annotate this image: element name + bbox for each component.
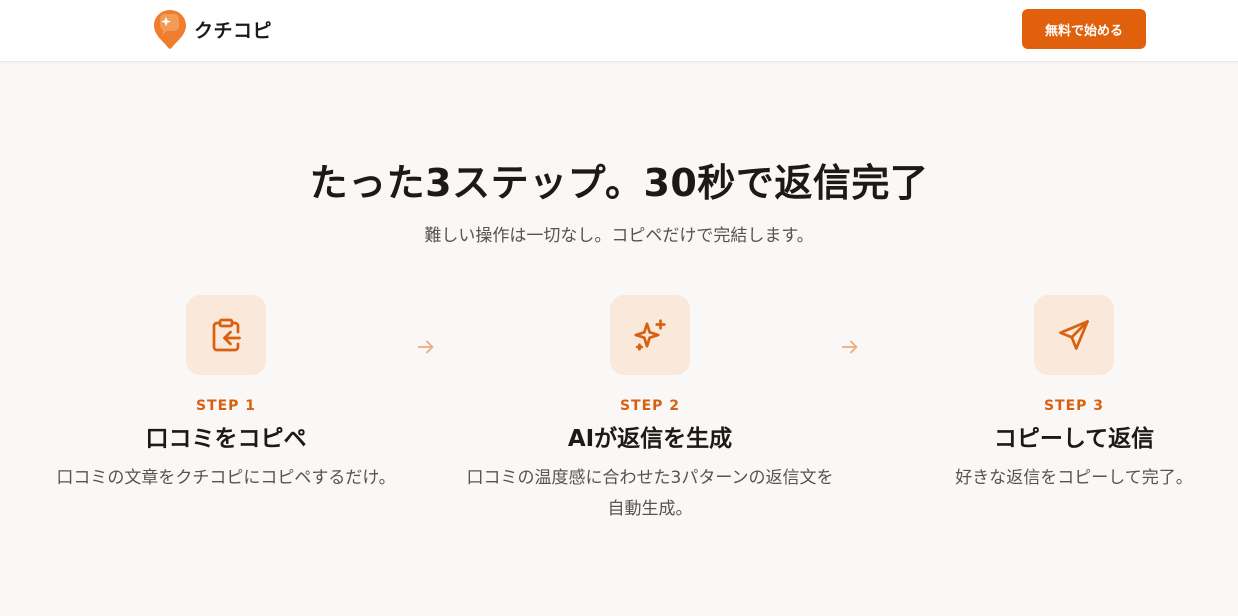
step-number: STEP 1 — [195, 398, 257, 414]
step-title: AIが返信を生成 — [567, 426, 733, 452]
location-pin-logo-icon — [154, 10, 186, 49]
brand-logo-link[interactable]: クチコピ — [152, 8, 272, 50]
step-card-2: STEP 2 AIが返信を生成 口コミの温度感に合わせた3パターンの返信文を 自… — [460, 295, 840, 525]
step-number: STEP 2 — [619, 398, 681, 414]
sparkles-icon — [634, 319, 666, 351]
step-title: コピーして返信 — [993, 426, 1155, 452]
clipboard-paste-icon — [212, 318, 241, 352]
step-description: 好きな返信をコピーして完了。 — [884, 463, 1238, 494]
brand-name: クチコピ — [194, 19, 273, 42]
section-subtitle: 難しい操作は一切なし。コピペだけで完結します。 — [424, 226, 814, 246]
step-icon-box — [186, 295, 266, 375]
step-description-line: 好きな返信をコピーして完了。 — [955, 468, 1193, 488]
arrow-right-icon — [417, 340, 434, 354]
step-description-line: 口コミの文章をクチコピにコピペするだけ。 — [56, 468, 396, 488]
step-card-3: STEP 3 コピーして返信 好きな返信をコピーして完了。 — [884, 295, 1238, 494]
step-title: 口コミをコピペ — [145, 426, 307, 452]
step-description-line: 自動生成。 — [607, 499, 693, 519]
send-icon — [1059, 320, 1089, 350]
step-description: 口コミの文章をクチコピにコピペするだけ。 — [36, 463, 416, 494]
section-title: たった3ステップ。30秒で返信完了 — [309, 161, 929, 205]
step-description-line: 口コミの温度感に合わせた3パターンの返信文を — [466, 468, 834, 488]
step-card-1: STEP 1 口コミをコピペ 口コミの文章をクチコピにコピペするだけ。 — [36, 295, 416, 494]
step-number: STEP 3 — [1043, 398, 1105, 414]
step-icon-box — [610, 295, 690, 375]
arrow-right-icon — [841, 340, 858, 354]
site-header: クチコピ 無料で始める — [0, 0, 1238, 62]
start-free-button[interactable]: 無料で始める — [1022, 9, 1146, 49]
step-description: 口コミの温度感に合わせた3パターンの返信文を 自動生成。 — [460, 463, 840, 525]
step-icon-box — [1034, 295, 1114, 375]
